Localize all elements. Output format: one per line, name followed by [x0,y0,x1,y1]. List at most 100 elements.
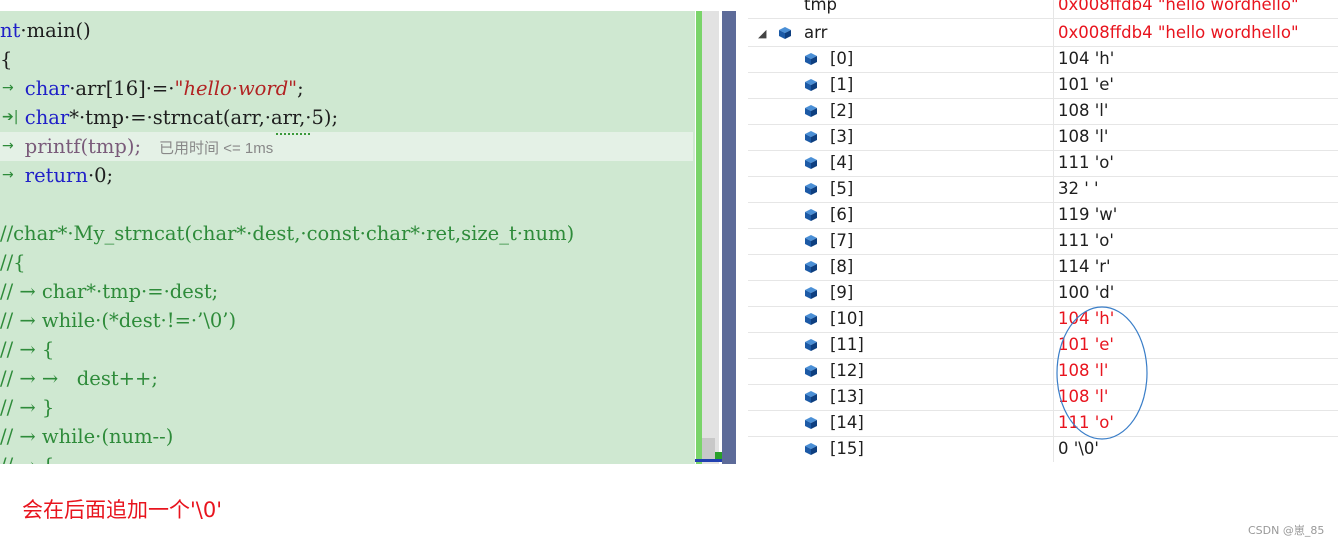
tab-arrow-icon: → [2,80,14,96]
scrollbar-thumb[interactable] [702,438,715,460]
cube-icon [805,53,817,65]
code-line: //{ [0,248,26,277]
watch-value: 100 'd' [1058,283,1115,302]
watch-value: 32 ' ' [1058,179,1099,198]
code-line: nt·main() [0,16,91,45]
watch-row[interactable]: [11] 101 'e' [748,332,1338,359]
code-token: ·main() [20,19,91,42]
cube-icon [805,313,817,325]
watch-value: 108 'l' [1058,387,1109,406]
code-line: // → char*·tmp·=·dest; [0,277,218,306]
watch-row[interactable]: [12] 108 'l' [748,358,1338,385]
watch-name: [7] [830,231,854,250]
watch-name: arr [804,23,828,42]
watch-row[interactable]: [8] 114 'r' [748,254,1338,281]
watch-row[interactable]: [4] 111 'o' [748,150,1338,177]
scrollbar-position-line [695,459,722,462]
watch-row[interactable]: [5] 32 ' ' [748,176,1338,203]
watch-value: 114 'r' [1058,257,1111,276]
code-token: nt [0,19,21,42]
watch-value: 108 'l' [1058,127,1109,146]
watch-value: 104 'h' [1058,309,1115,328]
code-token: // → char*·tmp·=·dest; [0,280,219,303]
watch-row-tmp[interactable]: tmp 0x008ffdb4 "hello wordhello" [748,0,1338,19]
watch-row[interactable]: [9] 100 'd' [748,280,1338,307]
watch-name: [0] [830,49,854,68]
cube-icon [779,27,791,39]
watch-name: [8] [830,257,854,276]
editor-scrollbar[interactable] [702,11,719,464]
watch-name: [12] [830,361,864,380]
watch-row[interactable]: [1] 101 'e' [748,72,1338,99]
watch-row[interactable]: [13] 108 'l' [748,384,1338,411]
cube-icon [805,339,817,351]
code-line: // → while·(num--) [0,422,173,451]
code-line: // → { [0,451,54,464]
code-token: printf(tmp); [0,135,142,158]
watch-window[interactable]: tmp 0x008ffdb4 "hello wordhello" ◢ arr 0… [748,0,1338,462]
watch-name: [4] [830,153,854,172]
watch-value: 108 'l' [1058,101,1109,120]
watch-name: [11] [830,335,864,354]
cube-icon [805,157,817,169]
cube-icon [805,417,817,429]
cube-icon [805,235,817,247]
watch-row[interactable]: [7] 111 'o' [748,228,1338,255]
credit-watermark: CSDN @崽_85 [1248,524,1325,537]
watch-name: tmp [804,0,838,14]
code-token: // → } [0,396,55,419]
watch-value: 0 '\0' [1058,439,1099,458]
cube-icon [805,365,817,377]
watch-row[interactable]: [14] 111 'o' [748,410,1338,437]
pane-divider[interactable] [722,11,736,464]
code-line: → char·arr[16]·=·"hello·word"; [0,74,304,103]
cube-icon [805,183,817,195]
watch-name: [2] [830,101,854,120]
code-token: // → → dest++; [0,367,158,390]
code-token: ·arr[16]·=· [69,77,175,100]
elapsed-time-hint: 已用时间 <= 1ms [159,140,274,157]
watch-name: [6] [830,205,854,224]
watch-value: 101 'e' [1058,75,1114,94]
watch-name: [15] [830,439,864,458]
watch-row[interactable]: [15] 0 '\0' [748,436,1338,462]
code-token: // → { [0,338,55,361]
watch-value: 111 'o' [1058,231,1114,250]
cube-icon [805,391,817,403]
code-token: char [24,77,70,100]
tab-arrow-icon: → [2,138,14,154]
code-token: //{ [0,251,26,274]
watch-row[interactable]: [6] 119 'w' [748,202,1338,229]
cube-icon [805,209,817,221]
code-token: // → { [0,454,54,464]
cube-icon [805,105,817,117]
code-token: //char*·My_strncat(char*·dest,·const·cha… [0,222,575,245]
code-editor[interactable]: nt·main(){→ char·arr[16]·=·"hello·word";… [0,11,695,464]
watch-name: [5] [830,179,854,198]
watch-value: 108 'l' [1058,361,1109,380]
annotation-caption: 会在后面追加一个'\0' [22,498,222,522]
cube-icon [805,79,817,91]
watch-row[interactable]: [2] 108 'l' [748,98,1338,125]
cube-icon [805,443,817,455]
code-line: ➔| char*·tmp·=·strncat(arr,·arr,·5); [0,103,338,132]
code-token: ; [297,77,304,100]
watch-value: 0x008ffdb4 "hello wordhello" [1058,0,1299,14]
watch-row[interactable]: [10] 104 'h' [748,306,1338,333]
watch-name: [3] [830,127,854,146]
code-line: → return·0; [0,161,113,190]
execution-pointer-icon: ➔| [2,109,19,125]
watch-name: [13] [830,387,864,406]
watch-row[interactable]: [3] 108 'l' [748,124,1338,151]
code-token: return [24,164,88,187]
code-line: // → { [0,335,54,364]
watch-name: [10] [830,309,864,328]
watch-name: [9] [830,283,854,302]
watch-row[interactable]: [0] 104 'h' [748,46,1338,73]
code-token: // → while·(num--) [0,425,174,448]
code-line: { [0,45,12,74]
code-line: // → } [0,393,54,422]
watch-row-arr[interactable]: ◢ arr 0x008ffdb4 "hello wordhello" [748,20,1338,47]
collapse-arrow-icon[interactable]: ◢ [758,27,766,40]
code-line: → printf(tmp); 已用时间 <= 1ms [0,132,273,161]
